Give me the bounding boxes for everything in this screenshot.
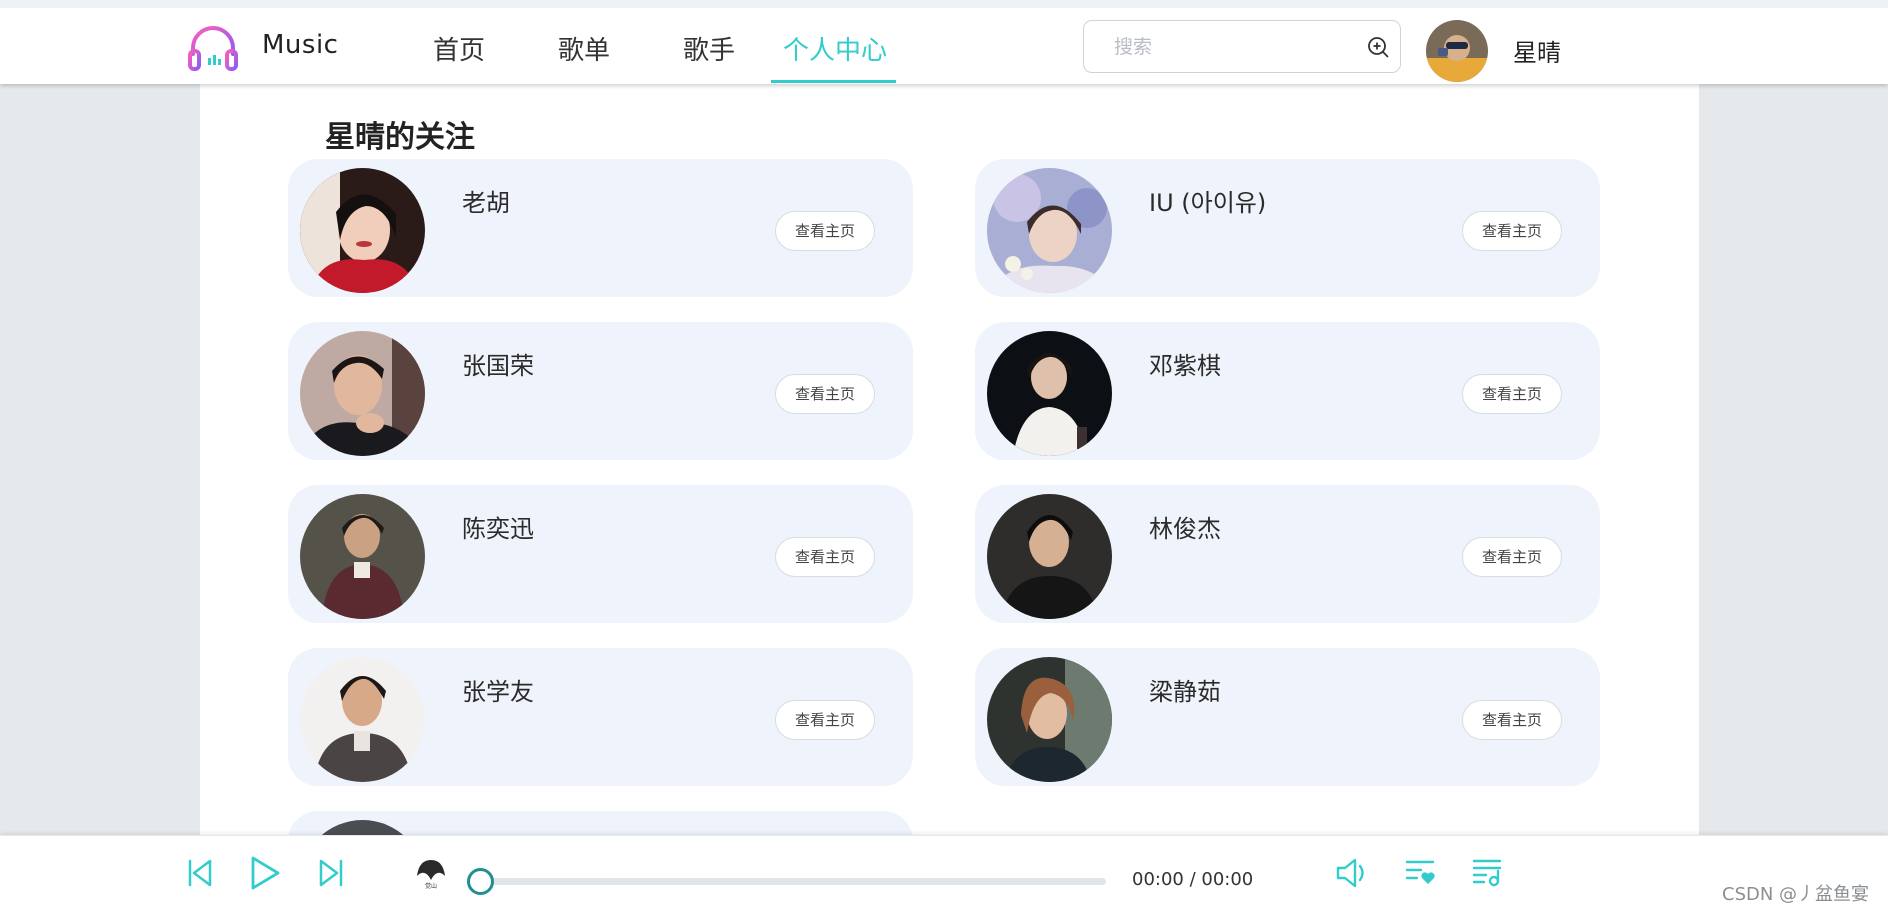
artist-name[interactable]: 梁静茹 [1149,672,1221,707]
artist-name[interactable]: IU (아이유) [1149,183,1266,218]
artist-avatar[interactable] [300,331,425,456]
nav-playlists[interactable]: 歌单 [558,30,610,67]
artist-avatar[interactable] [987,331,1112,456]
artist-card[interactable]: 陈奕迅 查看主页 [288,485,913,623]
artist-card[interactable]: IU (아이유) 查看主页 [975,159,1600,297]
artist-name[interactable]: 老胡 [462,183,510,218]
artist-name[interactable]: 陈奕迅 [462,509,534,544]
search-icon[interactable] [1366,35,1390,59]
headphones-logo-icon[interactable] [186,22,240,76]
artist-name[interactable]: 张国荣 [462,346,534,381]
search-box [1083,20,1401,73]
progress-handle[interactable] [467,868,494,895]
playlist-icon[interactable] [1472,856,1504,888]
nav-home[interactable]: 首页 [433,30,485,67]
playback-time: 00:00 / 00:00 [1132,869,1254,890]
top-navbar: Music 首页 歌单 歌手 个人中心 星晴 [0,0,1888,84]
artist-card[interactable]: 老胡 查看主页 [288,159,913,297]
artist-card[interactable]: 林俊杰 查看主页 [975,485,1600,623]
page-title: 星晴的关注 [325,120,475,155]
view-homepage-button[interactable]: 查看主页 [1462,374,1562,414]
artist-card[interactable]: 邓紫棋 查看主页 [975,322,1600,460]
music-player-bar: 觉山 00:00 / 00:00 CSDN @丿盆鱼宴 [0,835,1888,909]
artist-name[interactable]: 张学友 [462,672,534,707]
artist-name[interactable]: 林俊杰 [1149,509,1221,544]
artist-avatar[interactable] [987,168,1112,293]
artist-name[interactable]: 邓紫棋 [1149,346,1221,381]
user-avatar[interactable] [1426,20,1488,82]
view-homepage-button[interactable]: 查看主页 [775,700,875,740]
nav-personal-center[interactable]: 个人中心 [783,30,887,67]
artist-avatar[interactable] [300,168,425,293]
view-homepage-button[interactable]: 查看主页 [775,537,875,577]
artist-avatar[interactable] [300,820,425,835]
view-homepage-button[interactable]: 查看主页 [1462,700,1562,740]
main-content: 星晴的关注 老胡 查看主页 IU (아이유) 查看主页 张国荣 查看主页 邓紫棋… [200,84,1699,835]
volume-icon[interactable] [1335,856,1369,890]
view-homepage-button[interactable]: 查看主页 [775,374,875,414]
artist-card[interactable]: 张学友 查看主页 [288,648,913,786]
artist-avatar[interactable] [987,494,1112,619]
artist-card[interactable] [288,811,913,835]
artist-card[interactable]: 张国荣 查看主页 [288,322,913,460]
app-name[interactable]: Music [262,30,338,60]
active-nav-indicator [771,80,896,83]
view-homepage-button[interactable]: 查看主页 [1462,537,1562,577]
artist-card[interactable]: 梁静茹 查看主页 [975,648,1600,786]
album-cover-thumbnail[interactable]: 觉山 [413,854,449,890]
favorite-list-icon[interactable] [1405,856,1437,888]
artist-avatar[interactable] [300,657,425,782]
skip-next-icon[interactable] [318,858,344,888]
skip-previous-icon[interactable] [187,858,213,888]
album-caption: 觉山 [425,882,437,890]
username[interactable]: 星晴 [1513,33,1561,68]
artist-avatar[interactable] [987,657,1112,782]
view-homepage-button[interactable]: 查看主页 [1462,211,1562,251]
play-icon[interactable] [249,855,281,891]
nav-singers[interactable]: 歌手 [683,30,735,67]
progress-track[interactable] [480,878,1106,885]
view-homepage-button[interactable]: 查看主页 [775,211,875,251]
search-input[interactable] [1114,33,1344,61]
artist-avatar[interactable] [300,494,425,619]
watermark: CSDN @丿盆鱼宴 [1722,884,1870,905]
